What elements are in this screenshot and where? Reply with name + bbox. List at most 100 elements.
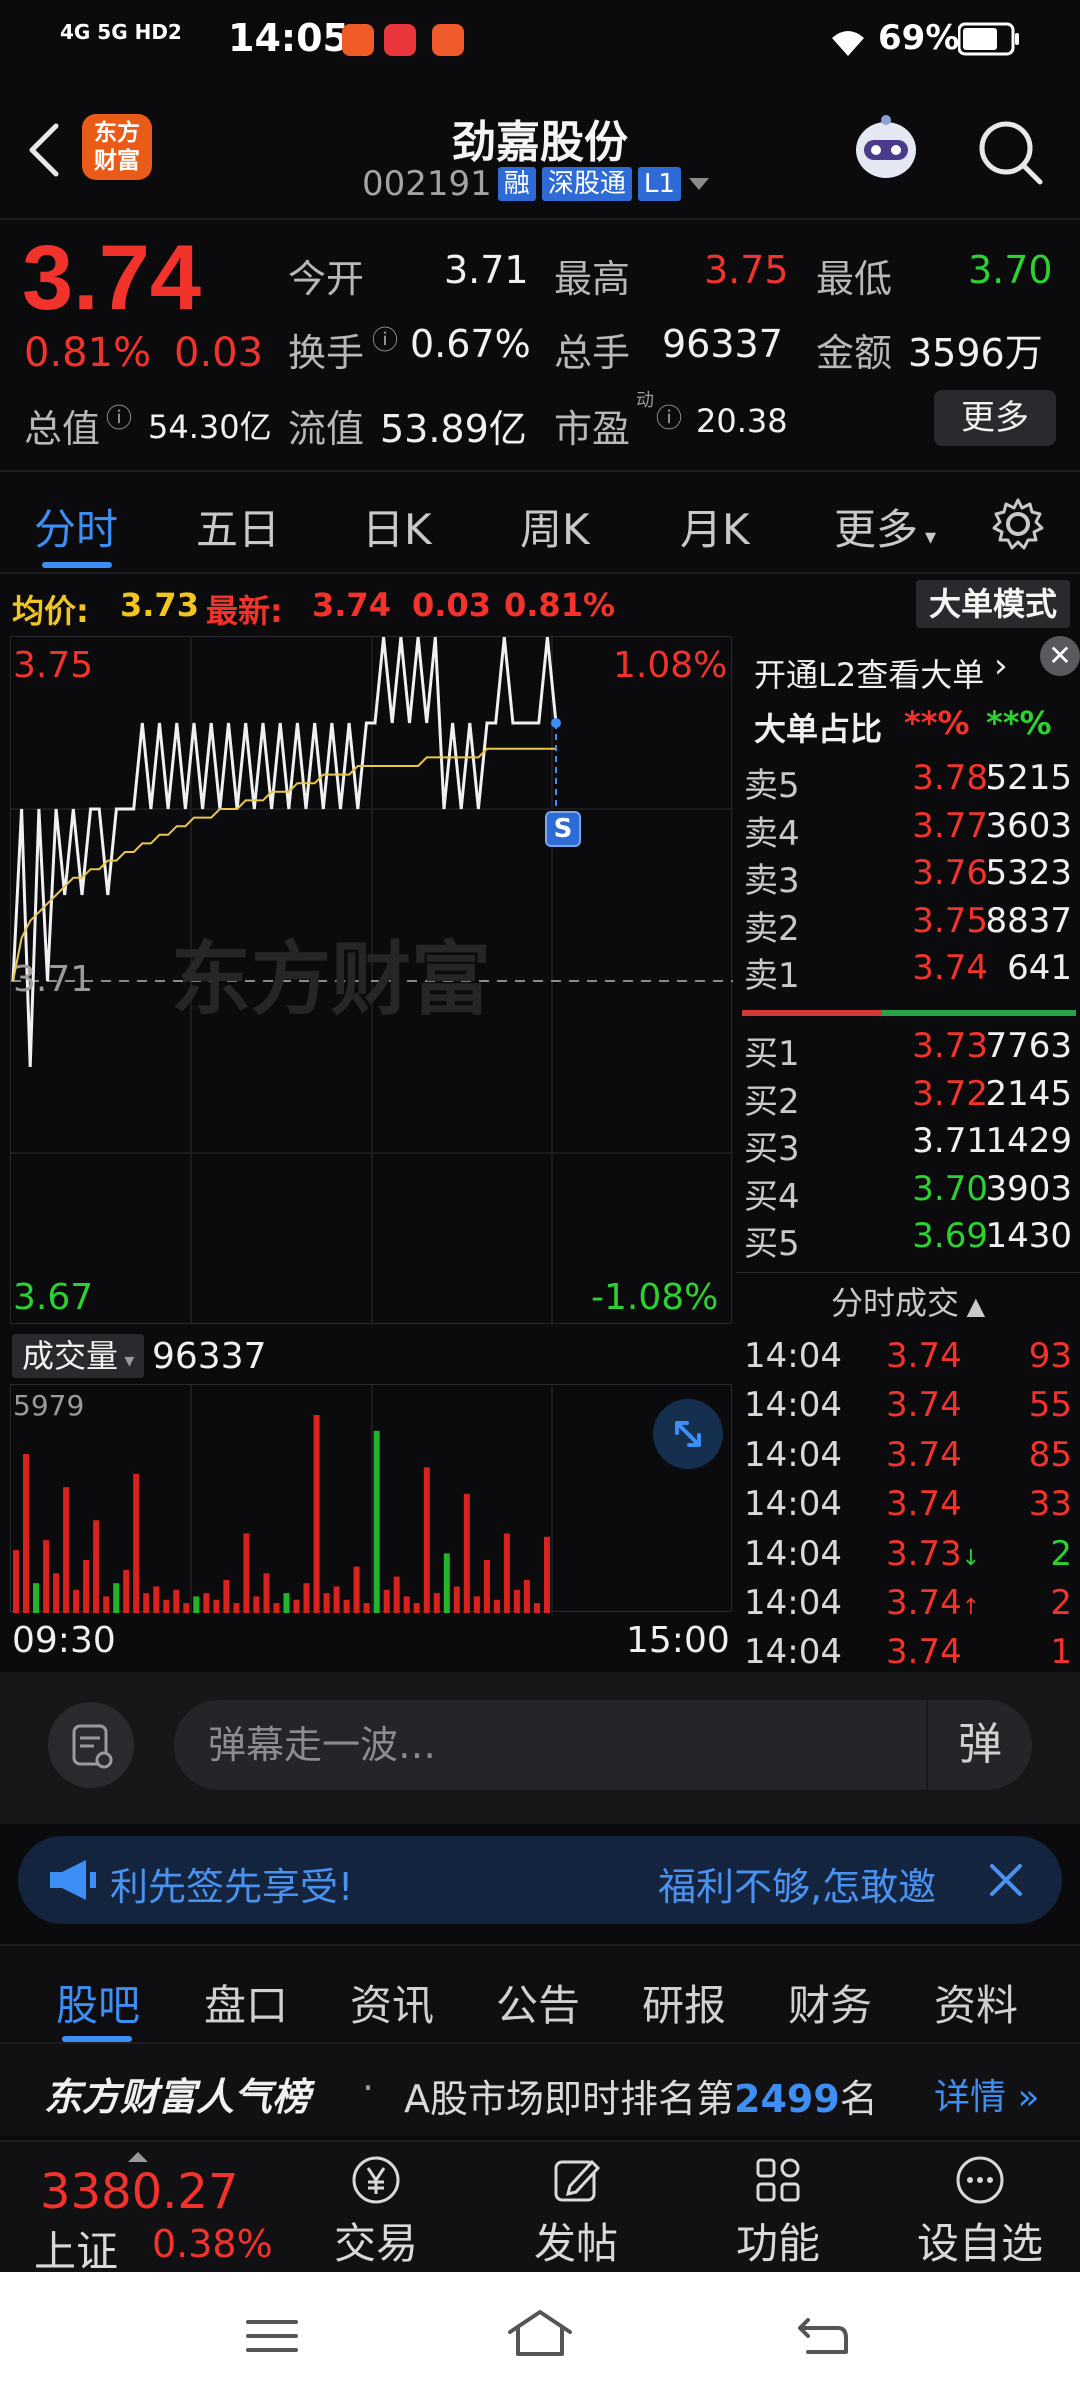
amount-label: 金额 [816,331,893,375]
volume-selector[interactable]: 成交量 ▾ [12,1334,145,1378]
book-price: 3.71 [912,1121,988,1162]
more-button[interactable]: 更多 [934,390,1056,446]
book-level-label: 买1 [744,1034,800,1074]
quote-panel: 3.74 0.81% 0.03 今开 3.71 最高 3.75 最低 3.70 … [0,222,1080,470]
banner-left-text: 利先签先享受! [110,1865,354,1909]
ask-row[interactable]: 卖3 3.76 5323 [736,853,1080,901]
info-icon[interactable]: ⓘ [656,398,682,435]
volume-bar [193,1596,200,1613]
volume-value: 96337 [662,322,783,366]
sell-signal-marker[interactable]: S [545,811,581,847]
book-quantity: 3903 [985,1168,1072,1209]
expand-icon [675,1421,701,1447]
tick-quantity: 93 [1028,1336,1072,1376]
nav-add-watchlist[interactable]: 设自选 [910,2152,1050,2271]
nav-trade[interactable]: 交易 [306,2152,446,2271]
book-level-label: 卖3 [744,861,800,902]
divider [736,1272,1080,1273]
tab-pankou[interactable]: 盘口 [204,1972,288,2033]
tab-announcements[interactable]: 公告 [496,1972,580,2033]
intraday-chart[interactable]: 东方财富 3.75 3.71 3.67 1.08% -1.08% S [10,636,733,1325]
chart-tabs: 分时 五日 日K 周K 月K 更多 ▾ [0,470,1080,574]
back-icon[interactable] [794,2312,850,2360]
bid-row[interactable]: 买5 3.69 1430 [736,1216,1080,1264]
volume-bar [253,1596,260,1613]
book-level-label: 卖4 [744,813,800,854]
home-icon[interactable] [504,2308,576,2360]
volume-bar [393,1576,400,1613]
volume-bar [453,1586,460,1613]
volume-bar [443,1553,450,1613]
book-level-label: 买5 [744,1224,800,1265]
volume-bar [243,1533,250,1613]
latest-value: 3.74 [312,586,391,624]
tick-quantity: 55 [1028,1385,1072,1426]
nav-post[interactable]: 发帖 [506,2152,646,2271]
danmaku-settings-button[interactable] [48,1702,134,1788]
tab-five-day[interactable]: 五日 [196,496,280,557]
tab-intraday[interactable]: 分时 [34,496,118,557]
ticks-header[interactable]: 分时成交 ▲ [736,1276,1080,1330]
volume-bar [513,1589,520,1613]
tab-profile[interactable]: 资料 [934,1972,1018,2033]
fullscreen-button[interactable] [653,1399,723,1469]
latest-price-dot [551,718,561,728]
info-icon[interactable]: ⓘ [106,398,132,435]
search-icon[interactable] [976,118,1046,188]
tab-news[interactable]: 资讯 [350,1972,434,2033]
tab-guba[interactable]: 股吧 [56,1972,140,2033]
index-change: 0.38% [152,2222,273,2266]
danmaku-send-button[interactable]: 弹 [926,1700,1032,1790]
l2-promo[interactable]: 开通L2查看大单 › [736,636,1080,700]
close-icon[interactable]: ✕ [1040,636,1080,676]
megaphone-icon [50,1860,96,1900]
danmaku-input[interactable]: 弹幕走一波… [174,1700,1032,1790]
edit-icon [554,2159,601,2202]
big-order-mode-button[interactable]: 大单模式 [916,580,1070,628]
ask-row[interactable]: 卖1 3.74 641 [736,948,1080,996]
low-label: 最低 [816,257,893,301]
notification-app-icon [342,24,374,56]
volume-total: 96337 [152,1336,267,1377]
index-ticker[interactable]: 3380.27 上证 0.38% [20,2150,300,2276]
bid-row[interactable]: 买1 3.73 7763 [736,1026,1080,1074]
tab-research[interactable]: 研报 [642,1972,726,2033]
info-icon[interactable]: ⓘ [372,320,398,357]
nav-functions[interactable]: 功能 [708,2152,848,2271]
time-end-label: 15:00 [626,1620,730,1661]
dropdown-triangle-icon[interactable] [687,174,711,194]
low-value: 3.70 [968,248,1053,292]
tick-row: 14:04 3.74 93 [736,1336,1080,1384]
volume-bar [123,1569,130,1613]
order-book-panel: 开通L2查看大单 › ✕ 大单占比 **% **% 分时成交 ▲ 卖5 3.78 5… [736,636,1080,1672]
popularity-row[interactable]: 东方财富人气榜 · A股市场即时排名第2499名 详情 » [0,2044,1080,2136]
book-price: 3.72 [912,1073,988,1114]
close-icon[interactable] [986,1860,1026,1900]
promo-banner[interactable]: 利先签先享受! 福利不够,怎敢邀 [18,1836,1062,1924]
tab-finance[interactable]: 财务 [788,1972,872,2033]
level-tag[interactable]: L1 [637,167,681,201]
settings-gear-icon[interactable] [990,496,1046,552]
bid-row[interactable]: 买4 3.70 3903 [736,1169,1080,1217]
menu-icon[interactable] [244,2316,300,2356]
popularity-detail-link[interactable]: 详情 » [934,2068,1039,2120]
book-quantity: 8837 [985,900,1072,941]
tab-daily-k[interactable]: 日K [362,496,432,557]
tick-time: 14:04 [744,1484,842,1525]
book-quantity: 5215 [985,758,1072,798]
ask-row[interactable]: 卖2 3.75 8837 [736,901,1080,949]
tab-more[interactable]: 更多 ▾ [834,496,936,557]
book-price: 3.73 [912,1026,988,1066]
volume-header: 成交量 ▾ 96337 [12,1328,732,1382]
ask-row[interactable]: 卖4 3.77 3603 [736,806,1080,854]
volume-bar [133,1473,140,1613]
bid-row[interactable]: 买2 3.72 2145 [736,1074,1080,1122]
tab-weekly-k[interactable]: 周K [520,496,590,557]
notification-app-icon [384,24,416,56]
ask-row[interactable]: 卖5 3.78 5215 [736,758,1080,806]
bid-row[interactable]: 买3 3.71 1429 [736,1121,1080,1169]
volume-bar [63,1487,70,1613]
robot-assistant-icon[interactable] [846,108,926,188]
tab-monthly-k[interactable]: 月K [680,496,750,557]
tick-row: 14:04 3.74 85 [736,1435,1080,1483]
